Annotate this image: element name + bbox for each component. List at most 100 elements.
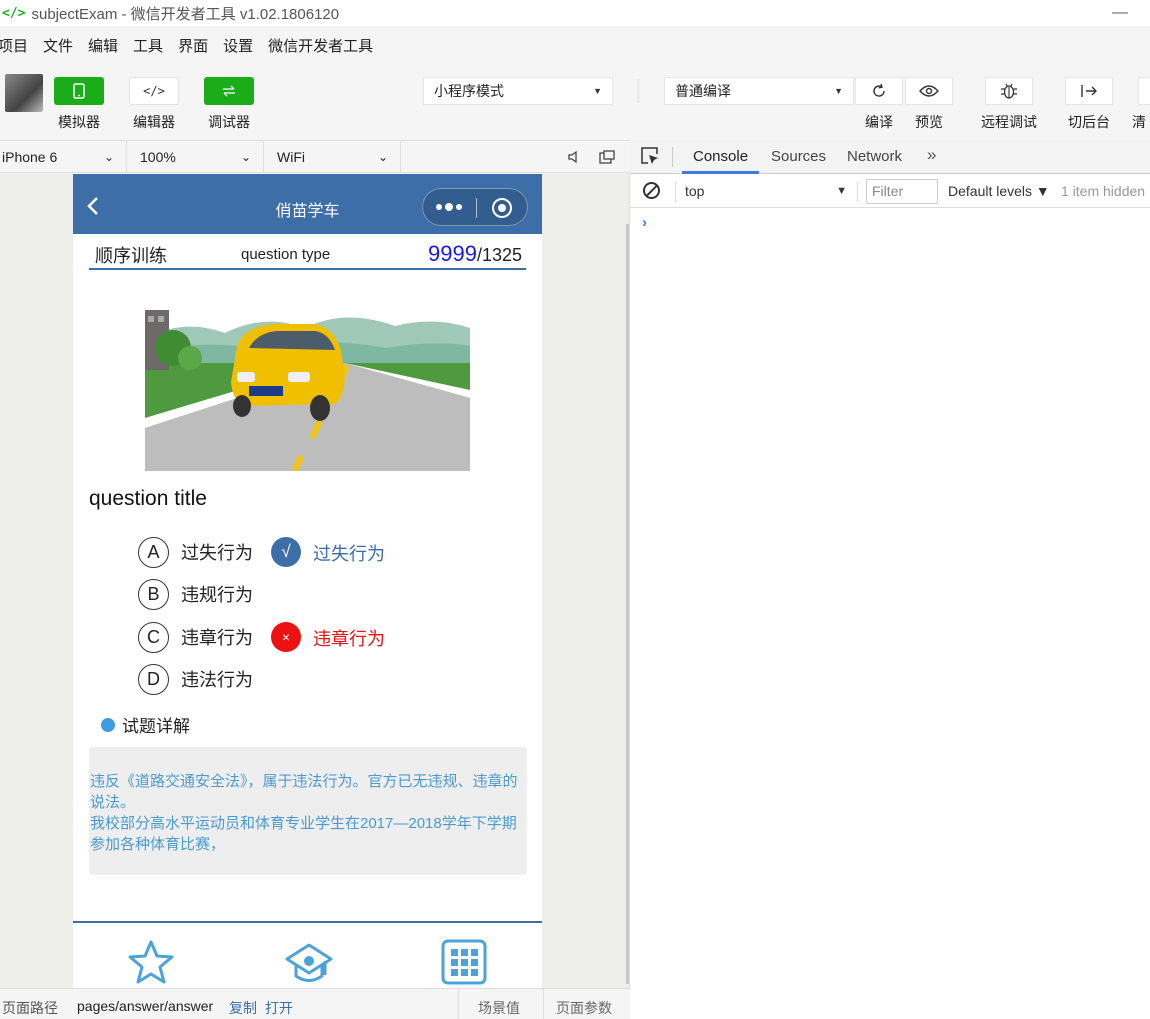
menu-devtools[interactable]: 微信开发者工具 bbox=[268, 35, 373, 56]
caret-down-icon: ▼ bbox=[593, 86, 602, 96]
app-logo-icon: </> bbox=[2, 5, 26, 21]
copy-path-link[interactable]: 复制 bbox=[229, 998, 257, 1018]
page-params-button[interactable]: 页面参数 bbox=[556, 998, 612, 1018]
active-tab-indicator bbox=[682, 171, 759, 174]
tab-sources[interactable]: Sources bbox=[771, 148, 826, 165]
device-select[interactable]: iPhone 6 ⌄ bbox=[0, 141, 127, 173]
remote-debug-button[interactable] bbox=[985, 77, 1033, 105]
zoom-select-value: 100% bbox=[140, 149, 176, 165]
title-bar: </> subjectExam - 微信开发者工具 v1.02.1806120 … bbox=[0, 0, 1150, 26]
background-label: 切后台 bbox=[1068, 114, 1110, 130]
close-miniprogram-icon[interactable] bbox=[492, 198, 512, 218]
question-image bbox=[145, 278, 470, 471]
debugger-label: 调试器 bbox=[208, 114, 250, 130]
devtools-divider bbox=[672, 147, 673, 167]
star-icon[interactable] bbox=[127, 939, 175, 987]
toolbar: 模拟器 </> 编辑器 调试器 小程序模式 ▼ 普通编译 ▼ 编译 预览 远程调… bbox=[0, 64, 1150, 138]
grid-menu-icon[interactable] bbox=[441, 939, 487, 985]
graduation-cap-icon[interactable] bbox=[285, 939, 333, 987]
correct-check-icon: √ bbox=[271, 537, 301, 567]
network-select[interactable]: WiFi ⌄ bbox=[264, 141, 401, 173]
menu-tools[interactable]: 工具 bbox=[133, 35, 163, 56]
phone-icon bbox=[73, 83, 85, 99]
eye-icon bbox=[919, 85, 939, 97]
inspect-element-icon[interactable] bbox=[640, 146, 660, 166]
device-bar: iPhone 6 ⌄ 100% ⌄ WiFi ⌄ bbox=[0, 140, 630, 173]
question-title: question title bbox=[89, 487, 207, 510]
menu-file[interactable]: 文件 bbox=[43, 35, 73, 56]
caret-down-icon: ▼ bbox=[836, 185, 847, 197]
page-path-label: 页面路径 bbox=[2, 1000, 58, 1016]
option-c[interactable]: C 违章行为 bbox=[138, 621, 253, 653]
mode-select[interactable]: 小程序模式 ▼ bbox=[423, 77, 613, 105]
menu-bar: 项目 文件 编辑 工具 界面 设置 微信开发者工具 bbox=[0, 30, 1150, 60]
bug-icon bbox=[1001, 83, 1017, 99]
question-type: question type bbox=[241, 246, 331, 263]
console-filter-bar: top ▼ Filter Default levels ▼ 1 item hid… bbox=[630, 175, 1150, 208]
page-path-value: pages/answer/answer bbox=[77, 998, 214, 1014]
debug-switch-icon bbox=[223, 85, 235, 97]
clear-cache-button[interactable] bbox=[1138, 77, 1150, 105]
editor-toggle-button[interactable]: </> bbox=[129, 77, 179, 105]
tab-console[interactable]: Console bbox=[693, 148, 748, 165]
menu-project[interactable]: 项目 bbox=[0, 35, 28, 56]
tab-network[interactable]: Network bbox=[847, 148, 902, 165]
context-select[interactable]: top ▼ bbox=[685, 183, 847, 199]
more-dots-icon[interactable] bbox=[435, 203, 463, 211]
preview-label: 预览 bbox=[915, 114, 943, 130]
bullet-dot-icon bbox=[101, 717, 115, 732]
minimize-button[interactable]: — bbox=[1112, 4, 1128, 22]
code-icon: </> bbox=[143, 84, 165, 98]
option-text: 违规行为 bbox=[181, 585, 253, 605]
simulator-label: 模拟器 bbox=[58, 114, 100, 130]
console-filter-input[interactable]: Filter bbox=[866, 179, 938, 204]
detach-window-icon[interactable] bbox=[599, 150, 615, 164]
compile-button[interactable] bbox=[855, 77, 903, 105]
speaker-icon[interactable] bbox=[567, 150, 581, 164]
more-tabs-icon[interactable]: » bbox=[927, 145, 936, 165]
caret-down-icon: ▼ bbox=[834, 86, 843, 96]
filter-divider bbox=[857, 182, 858, 202]
clear-console-icon[interactable] bbox=[643, 182, 660, 199]
car-on-road-illustration bbox=[145, 310, 470, 471]
option-d[interactable]: D 违法行为 bbox=[138, 663, 253, 695]
clear-cache-label: 清 bbox=[1132, 114, 1146, 130]
option-b[interactable]: B 违规行为 bbox=[138, 578, 253, 610]
simulator-toggle-button[interactable] bbox=[54, 77, 104, 105]
question-counter: 9999/1325 bbox=[428, 241, 522, 267]
compile-mode-select[interactable]: 普通编译 ▼ bbox=[664, 77, 854, 105]
console-prompt-icon[interactable]: › bbox=[642, 214, 647, 231]
devtools-tab-bar: Console Sources Network » bbox=[630, 140, 1150, 174]
zoom-select[interactable]: 100% ⌄ bbox=[127, 141, 264, 173]
debugger-toggle-button[interactable] bbox=[204, 77, 254, 105]
menu-edit[interactable]: 编辑 bbox=[88, 35, 118, 56]
context-select-value: top bbox=[685, 183, 705, 199]
option-letter: C bbox=[138, 621, 169, 653]
practice-mode: 顺序训练 bbox=[95, 246, 167, 266]
open-path-link[interactable]: 打开 bbox=[265, 998, 293, 1018]
background-button[interactable] bbox=[1065, 77, 1113, 105]
option-a[interactable]: A 过失行为 bbox=[138, 536, 253, 568]
status-divider bbox=[543, 989, 544, 1019]
option-letter: D bbox=[138, 663, 169, 695]
question-header: 顺序训练 question type 9999/1325 bbox=[89, 238, 526, 270]
preview-button[interactable] bbox=[905, 77, 953, 105]
status-bar: 页面路径 pages/answer/answer 复制 打开 场景值 页面参数 bbox=[0, 988, 630, 1019]
toolbar-divider bbox=[638, 79, 639, 103]
option-text: 违章行为 bbox=[181, 628, 253, 648]
remote-debug-label: 远程调试 bbox=[981, 114, 1037, 130]
menu-view[interactable]: 界面 bbox=[178, 35, 208, 56]
capsule-menu bbox=[422, 188, 528, 226]
network-select-value: WiFi bbox=[277, 149, 305, 165]
menu-settings[interactable]: 设置 bbox=[223, 35, 253, 56]
simulator-scrollbar[interactable] bbox=[626, 224, 629, 984]
user-avatar[interactable] bbox=[5, 74, 43, 112]
editor-label: 编辑器 bbox=[133, 114, 175, 130]
switch-background-icon bbox=[1081, 85, 1097, 97]
option-letter: B bbox=[138, 578, 169, 610]
scene-value-button[interactable]: 场景值 bbox=[478, 998, 520, 1018]
log-levels-select[interactable]: Default levels ▼ bbox=[948, 183, 1050, 199]
option-text: 违法行为 bbox=[181, 670, 253, 690]
capsule-divider bbox=[476, 198, 477, 218]
detail-label: 试题详解 bbox=[122, 717, 190, 736]
